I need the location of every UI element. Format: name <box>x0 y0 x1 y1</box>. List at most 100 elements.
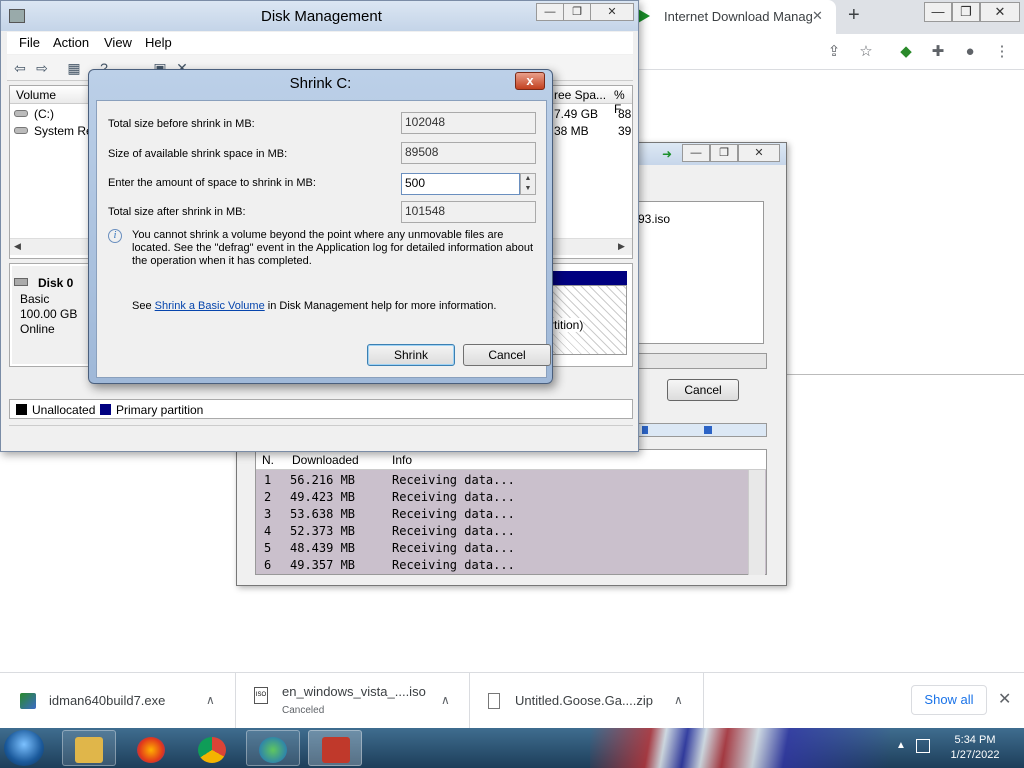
window-title: Disk Management <box>261 8 382 25</box>
new-tab-icon[interactable]: + <box>848 4 860 27</box>
chrome-icon <box>198 737 226 763</box>
download-item[interactable]: Untitled.Goose.Ga....zip ∧ <box>470 673 704 729</box>
dialog-body: Total size before shrink in MB: 102048 S… <box>96 100 551 378</box>
status-bar <box>9 425 633 445</box>
list-item[interactable]: 3 53.638 MB Receiving data... <box>256 506 748 523</box>
amount-stepper[interactable]: ▲ ▼ <box>520 173 536 195</box>
partition-header <box>547 271 627 285</box>
firefox-icon <box>137 737 165 763</box>
shrink-amount-input[interactable]: 500 <box>401 173 520 195</box>
list-item[interactable]: 5 48.439 MB Receiving data... <box>256 540 748 557</box>
show-all-button[interactable]: Show all <box>911 685 987 715</box>
share-icon[interactable]: ⇪ <box>822 40 846 64</box>
shrink-button[interactable]: Shrink <box>367 344 455 366</box>
close-shelf-icon[interactable]: ✕ <box>998 689 1011 709</box>
menu-icon[interactable]: ⋮ <box>990 40 1014 64</box>
close-icon[interactable]: ✕ <box>590 3 634 21</box>
maximize-icon[interactable]: ❐ <box>710 144 738 162</box>
legend-label: Unallocated <box>32 403 96 417</box>
drive-icon <box>14 110 28 117</box>
progress-bar <box>637 353 767 369</box>
scroll-left-icon[interactable]: ◀ <box>14 241 21 252</box>
list-header: N. Downloaded Info <box>256 450 766 470</box>
maximize-icon[interactable]: ❐ <box>563 3 591 21</box>
tab-close-icon[interactable]: ✕ <box>812 8 823 24</box>
column-header: N. <box>262 453 274 467</box>
segment-mark <box>642 426 648 434</box>
taskbar-firefox[interactable] <box>124 730 178 766</box>
legend: Unallocated Primary partition <box>9 399 633 419</box>
chevron-up-icon[interactable]: ∧ <box>206 693 215 707</box>
legend-swatch <box>100 404 111 415</box>
minimize-icon[interactable]: — <box>924 2 952 22</box>
start-button[interactable] <box>4 730 44 766</box>
taskbar-chrome[interactable] <box>185 730 239 766</box>
taskbar-disk-management[interactable] <box>308 730 362 766</box>
taskbar-idm[interactable] <box>246 730 300 766</box>
iso-file-icon: ISO <box>254 687 268 704</box>
column-header[interactable]: Volume <box>16 88 56 102</box>
size-after-value: 101548 <box>401 201 536 223</box>
minimize-icon[interactable]: — <box>536 3 564 21</box>
partition-block[interactable]: rtition) <box>547 285 627 355</box>
back-icon[interactable]: ⇦ <box>11 59 29 77</box>
close-icon[interactable]: x <box>515 72 545 90</box>
list-item[interactable]: 1 56.216 MB Receiving data... <box>256 472 748 489</box>
legend-swatch <box>16 404 27 415</box>
console-icon[interactable]: ▦ <box>65 59 83 77</box>
network-icon[interactable] <box>916 739 930 753</box>
puzzle-icon[interactable]: ✚ <box>926 40 950 64</box>
idm-extension-icon[interactable]: ◆ <box>894 40 918 64</box>
file-info-box: 93.iso <box>637 201 764 344</box>
divider <box>786 374 1024 375</box>
close-icon[interactable]: ✕ <box>980 2 1020 22</box>
shrink-dialog: Shrink C: x Total size before shrink in … <box>88 69 553 384</box>
tab-title: Internet Download Manag <box>664 9 813 24</box>
tray-chevron-icon[interactable]: ▲ <box>896 740 906 751</box>
menu-help[interactable]: Help <box>145 35 172 50</box>
download-item[interactable]: ISO en_windows_vista_....iso Canceled ∧ <box>236 673 470 729</box>
clock-date: 1/27/2022 <box>950 749 1000 761</box>
field-label: Size of available shrink space in MB: <box>108 148 288 160</box>
maximize-icon[interactable]: ❐ <box>952 2 980 22</box>
folder-icon <box>75 737 103 763</box>
disk-app-icon <box>9 9 25 23</box>
profile-icon[interactable]: ● <box>958 40 982 64</box>
file-name: 93.iso <box>638 212 671 226</box>
menu-file[interactable]: File <box>19 35 40 50</box>
chevron-up-icon[interactable]: ∧ <box>674 693 683 707</box>
chevron-up-icon[interactable]: ∧ <box>441 693 450 707</box>
menu-view[interactable]: View <box>104 35 132 50</box>
zip-file-icon <box>488 693 500 709</box>
close-icon[interactable]: ✕ <box>738 144 780 162</box>
cancel-button[interactable]: Cancel <box>463 344 551 366</box>
forward-icon[interactable]: ⇨ <box>33 59 51 77</box>
taskbar-explorer[interactable] <box>62 730 116 766</box>
cancel-button[interactable]: Cancel <box>667 379 739 401</box>
list-item[interactable]: 4 52.373 MB Receiving data... <box>256 523 748 540</box>
menu-action[interactable]: Action <box>53 35 89 50</box>
list-item[interactable]: 2 49.423 MB Receiving data... <box>256 489 748 506</box>
help-text: See Shrink a Basic Volume in Disk Manage… <box>132 300 497 312</box>
available-space-value: 89508 <box>401 142 536 164</box>
active-tab[interactable]: Internet Download Manag ✕ <box>634 0 836 34</box>
partition-label: rtition) <box>550 318 584 332</box>
column-header[interactable]: ree Spa... <box>554 88 606 102</box>
field-label: Total size after shrink in MB: <box>108 206 246 218</box>
download-item[interactable]: idman640build7.exe ∧ <box>0 673 236 729</box>
scroll-right-icon[interactable]: ▶ <box>618 241 625 252</box>
minimize-icon[interactable]: — <box>682 144 710 162</box>
idm-icon <box>259 737 287 763</box>
wallpaper-peek <box>590 728 890 768</box>
dialog-title: Shrink C: <box>289 75 352 92</box>
segment-mark <box>704 426 712 434</box>
star-icon[interactable]: ☆ <box>854 40 878 64</box>
clock[interactable]: 5:34 PM 1/27/2022 <box>940 733 1010 763</box>
list-item[interactable]: 6 49.357 MB Receiving data... <box>256 557 748 574</box>
menu-bar: File Action View Help <box>7 32 633 54</box>
field-label: Enter the amount of space to shrink in M… <box>108 177 316 189</box>
taskbar: ▲ 5:34 PM 1/27/2022 <box>0 728 1024 768</box>
disk-info[interactable]: Disk 0 Basic 100.00 GB Online <box>12 266 92 364</box>
help-link[interactable]: Shrink a Basic Volume <box>155 300 265 312</box>
scrollbar[interactable] <box>748 470 765 575</box>
